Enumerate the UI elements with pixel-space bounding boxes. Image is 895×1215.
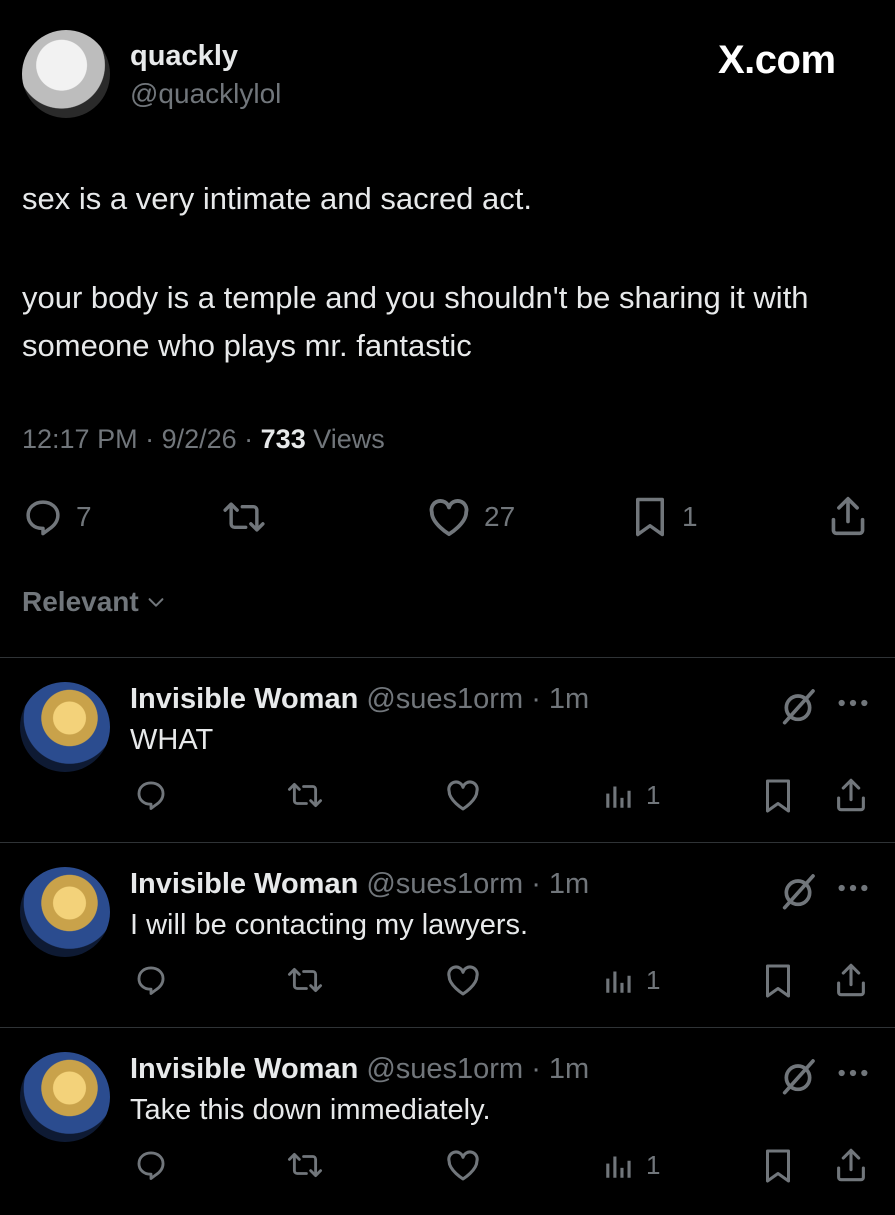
repost-icon[interactable]	[285, 963, 325, 997]
bookmark-icon[interactable]	[762, 1148, 794, 1184]
reply-author-name[interactable]: Invisible Woman	[130, 1053, 358, 1085]
views-label: Views	[313, 424, 385, 454]
reply-time: 1m	[548, 683, 590, 715]
more-icon[interactable]	[836, 882, 870, 894]
bookmark-count: 1	[682, 501, 698, 532]
reply-item[interactable]: Invisible Woman @sues1orm · 1m Take this…	[0, 1030, 895, 1215]
repost-icon[interactable]	[285, 778, 325, 812]
author-handle[interactable]: @quacklylol	[130, 78, 281, 110]
reply-author-handle[interactable]: @sues1orm	[366, 683, 523, 715]
like-count: 27	[484, 501, 516, 532]
views-icon	[602, 778, 636, 812]
divider	[0, 657, 895, 658]
post-text: sex is a very intimate and sacred act. y…	[22, 175, 882, 370]
repost-icon[interactable]	[285, 1148, 325, 1182]
grok-icon[interactable]	[778, 686, 818, 726]
reply-item[interactable]: Invisible Woman @sues1orm · 1m WHAT 1	[0, 660, 895, 845]
reply-header: Invisible Woman @sues1orm · 1m	[130, 868, 590, 900]
views-button[interactable]: 1	[602, 1148, 660, 1182]
reply-icon	[22, 496, 64, 538]
post-text-line-2: your body is a temple and you shouldn't …	[22, 280, 809, 363]
heart-icon[interactable]	[444, 963, 482, 997]
share-button[interactable]	[828, 494, 868, 538]
heart-icon[interactable]	[444, 1148, 482, 1182]
reply-author-name[interactable]: Invisible Woman	[130, 868, 358, 900]
reply-count: 7	[76, 501, 92, 532]
reply-item[interactable]: Invisible Woman @sues1orm · 1m I will be…	[0, 845, 895, 1030]
views-icon	[602, 1148, 636, 1182]
brand-logo: X.com	[718, 38, 836, 82]
bookmark-icon[interactable]	[762, 778, 794, 814]
bookmark-icon	[630, 496, 670, 538]
author-name[interactable]: quackly	[130, 40, 238, 73]
bookmark-button[interactable]: 1	[630, 496, 698, 538]
reply-avatar[interactable]	[20, 1052, 110, 1142]
views-button[interactable]: 1	[602, 778, 660, 812]
reply-views-count: 1	[646, 964, 661, 995]
repost-icon	[220, 496, 268, 538]
views-icon	[602, 963, 636, 997]
views-count: 733	[260, 424, 306, 454]
divider	[0, 1027, 895, 1028]
reply-button[interactable]: 7	[22, 496, 92, 538]
sort-label: Relevant	[22, 586, 139, 617]
reply-text: WHAT	[130, 724, 214, 756]
reply-icon[interactable]	[134, 778, 168, 812]
like-button[interactable]: 27	[426, 496, 515, 538]
reply-avatar[interactable]	[20, 867, 110, 957]
reply-author-handle[interactable]: @sues1orm	[366, 868, 523, 900]
post-time[interactable]: 12:17 PM	[22, 424, 138, 454]
share-icon[interactable]	[834, 776, 868, 814]
reply-views-count: 1	[646, 1149, 661, 1180]
share-icon[interactable]	[834, 961, 868, 999]
bookmark-icon[interactable]	[762, 963, 794, 999]
reply-time: 1m	[548, 868, 590, 900]
reply-author-name[interactable]: Invisible Woman	[130, 683, 358, 715]
grok-icon[interactable]	[778, 871, 818, 911]
reply-header: Invisible Woman @sues1orm · 1m	[130, 1053, 590, 1085]
reply-icon[interactable]	[134, 963, 168, 997]
reply-author-handle[interactable]: @sues1orm	[366, 1053, 523, 1085]
views-button[interactable]: 1	[602, 963, 660, 997]
reply-header: Invisible Woman @sues1orm · 1m	[130, 683, 590, 715]
reply-avatar[interactable]	[20, 682, 110, 772]
author-avatar[interactable]	[22, 30, 110, 118]
reply-text: Take this down immediately.	[130, 1094, 491, 1126]
repost-button[interactable]	[220, 496, 268, 538]
chevron-down-icon	[145, 591, 167, 613]
reply-icon[interactable]	[134, 1148, 168, 1182]
reply-time: 1m	[548, 1053, 590, 1085]
more-icon[interactable]	[836, 697, 870, 709]
reply-views-count: 1	[646, 779, 661, 810]
post-meta: 12:17 PM · 9/2/26 · 733 Views	[22, 424, 385, 454]
heart-icon	[426, 496, 472, 538]
grok-icon[interactable]	[778, 1056, 818, 1096]
reply-text: I will be contacting my lawyers.	[130, 909, 529, 941]
heart-icon[interactable]	[444, 778, 482, 812]
more-icon[interactable]	[836, 1067, 870, 1079]
post-date[interactable]: 9/2/26	[162, 424, 237, 454]
sort-dropdown[interactable]: Relevant	[22, 586, 167, 618]
post-text-line-1: sex is a very intimate and sacred act.	[22, 181, 533, 216]
share-icon	[828, 494, 868, 538]
share-icon[interactable]	[834, 1146, 868, 1184]
divider	[0, 842, 895, 843]
